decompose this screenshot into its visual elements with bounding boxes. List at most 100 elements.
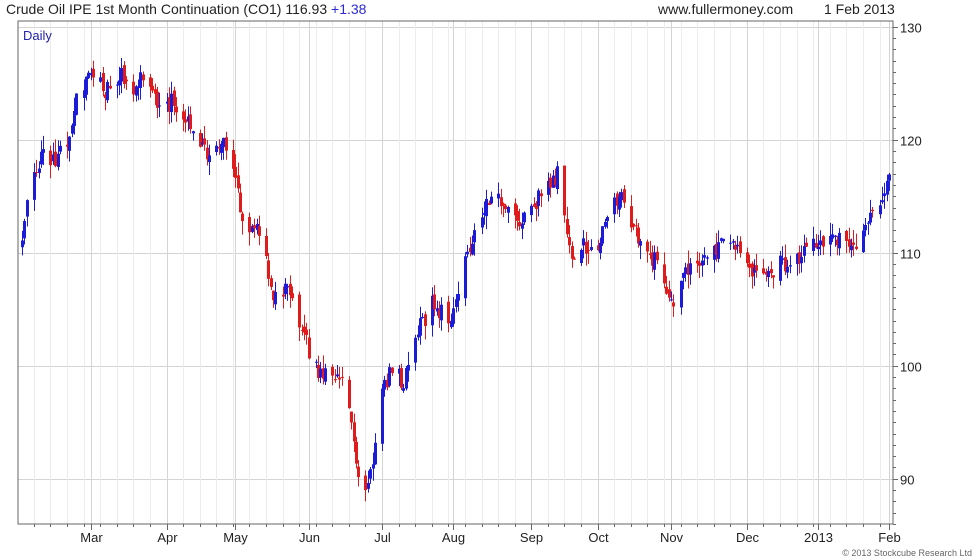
candle-down — [587, 249, 590, 251]
x-tick-label: Oct — [588, 530, 609, 545]
candle-up — [452, 308, 455, 324]
candle-up — [85, 76, 88, 95]
candle-down — [656, 251, 659, 261]
candle-up — [831, 234, 834, 239]
candle-up — [530, 205, 533, 216]
candle-down — [770, 269, 773, 274]
candle-down — [391, 367, 394, 373]
candle-up — [507, 207, 510, 213]
candle-up — [139, 72, 142, 88]
candle-down — [739, 241, 742, 253]
candle-down — [49, 150, 52, 166]
candle-up — [471, 243, 474, 255]
candle-up — [319, 368, 322, 378]
candle-down — [237, 175, 240, 189]
candle-down — [173, 90, 176, 107]
candle-down — [400, 368, 403, 388]
candle-up — [706, 257, 709, 259]
candle-up — [812, 238, 815, 252]
candle-up — [40, 151, 43, 165]
candle-down — [234, 166, 237, 178]
x-tick-label: May — [223, 530, 248, 545]
candle-down — [668, 289, 671, 298]
candle-up — [274, 292, 277, 305]
candle-down — [199, 133, 202, 147]
candle-up — [729, 242, 732, 244]
candle-up — [789, 265, 792, 267]
candle-down — [253, 225, 256, 229]
x-tick-label: Jul — [374, 530, 391, 545]
candle-up — [367, 483, 370, 489]
candle-down — [585, 241, 588, 254]
candle-up — [99, 77, 102, 82]
candle-up — [170, 93, 173, 113]
candle-down — [772, 275, 775, 278]
candle-down — [852, 242, 855, 245]
candle-up — [701, 260, 704, 266]
candle-down — [364, 475, 367, 491]
candle-down — [35, 172, 38, 174]
candle-down — [663, 264, 666, 284]
candle-up — [684, 267, 687, 275]
candle-up — [680, 280, 683, 308]
candle-up — [717, 242, 720, 259]
plot-frame — [17, 20, 894, 525]
candle-down — [348, 379, 351, 409]
candle-up — [33, 172, 36, 200]
candle-up — [850, 245, 853, 251]
candle-up — [383, 379, 386, 390]
candle-down — [433, 294, 436, 310]
candle-up — [315, 361, 318, 363]
candle-down — [540, 193, 543, 197]
candle-up — [781, 258, 784, 260]
candle-down — [267, 260, 270, 279]
candle-down — [338, 377, 341, 380]
candle-up — [38, 168, 41, 173]
candle-up — [372, 464, 375, 469]
candle-down — [635, 225, 638, 227]
copyright-notice: © 2013 Stockcube Research Ltd — [842, 548, 972, 558]
candle-down — [746, 252, 749, 264]
period-label: Daily — [23, 28, 52, 43]
candle-down — [762, 268, 765, 274]
candle-down — [568, 237, 571, 246]
candle-up — [556, 166, 559, 190]
candle-up — [336, 374, 339, 377]
candle-up — [767, 270, 770, 278]
candle-down — [241, 213, 244, 222]
candle-down — [270, 278, 273, 287]
candle-up — [490, 196, 493, 204]
y-tick-label: 130 — [900, 21, 922, 36]
candle-up — [521, 223, 524, 229]
candle-up — [867, 222, 870, 224]
candle-up — [864, 224, 867, 231]
candle-up — [639, 241, 642, 246]
candle-down — [563, 165, 566, 216]
candle-up — [838, 232, 841, 249]
candle-up — [473, 230, 476, 243]
candle-down — [331, 366, 334, 376]
candle-down — [755, 265, 758, 271]
candle-up — [582, 238, 585, 246]
x-tick-label: Nov — [660, 530, 684, 545]
candle-up — [405, 368, 408, 389]
candle-up — [883, 193, 886, 197]
candle-up — [440, 304, 443, 321]
candle-down — [698, 262, 701, 266]
candle-down — [239, 192, 242, 213]
candle-up — [466, 251, 469, 255]
candle-up — [881, 200, 884, 203]
candle-up — [869, 212, 872, 223]
candle-down — [182, 111, 185, 120]
candlestick-chart: 90 100 110 120 130 Mar Apr May Jun Jul Aug Sep Oct N… — [17, 20, 922, 545]
candle-up — [374, 442, 377, 465]
candle-up — [68, 136, 71, 151]
candles — [21, 57, 891, 502]
candle-up — [87, 72, 90, 79]
candle-up — [21, 240, 24, 248]
candle-up — [421, 316, 424, 318]
candle-up — [604, 221, 607, 227]
candle-down — [822, 236, 825, 247]
candle-down — [102, 72, 105, 92]
candle-up — [862, 230, 865, 253]
